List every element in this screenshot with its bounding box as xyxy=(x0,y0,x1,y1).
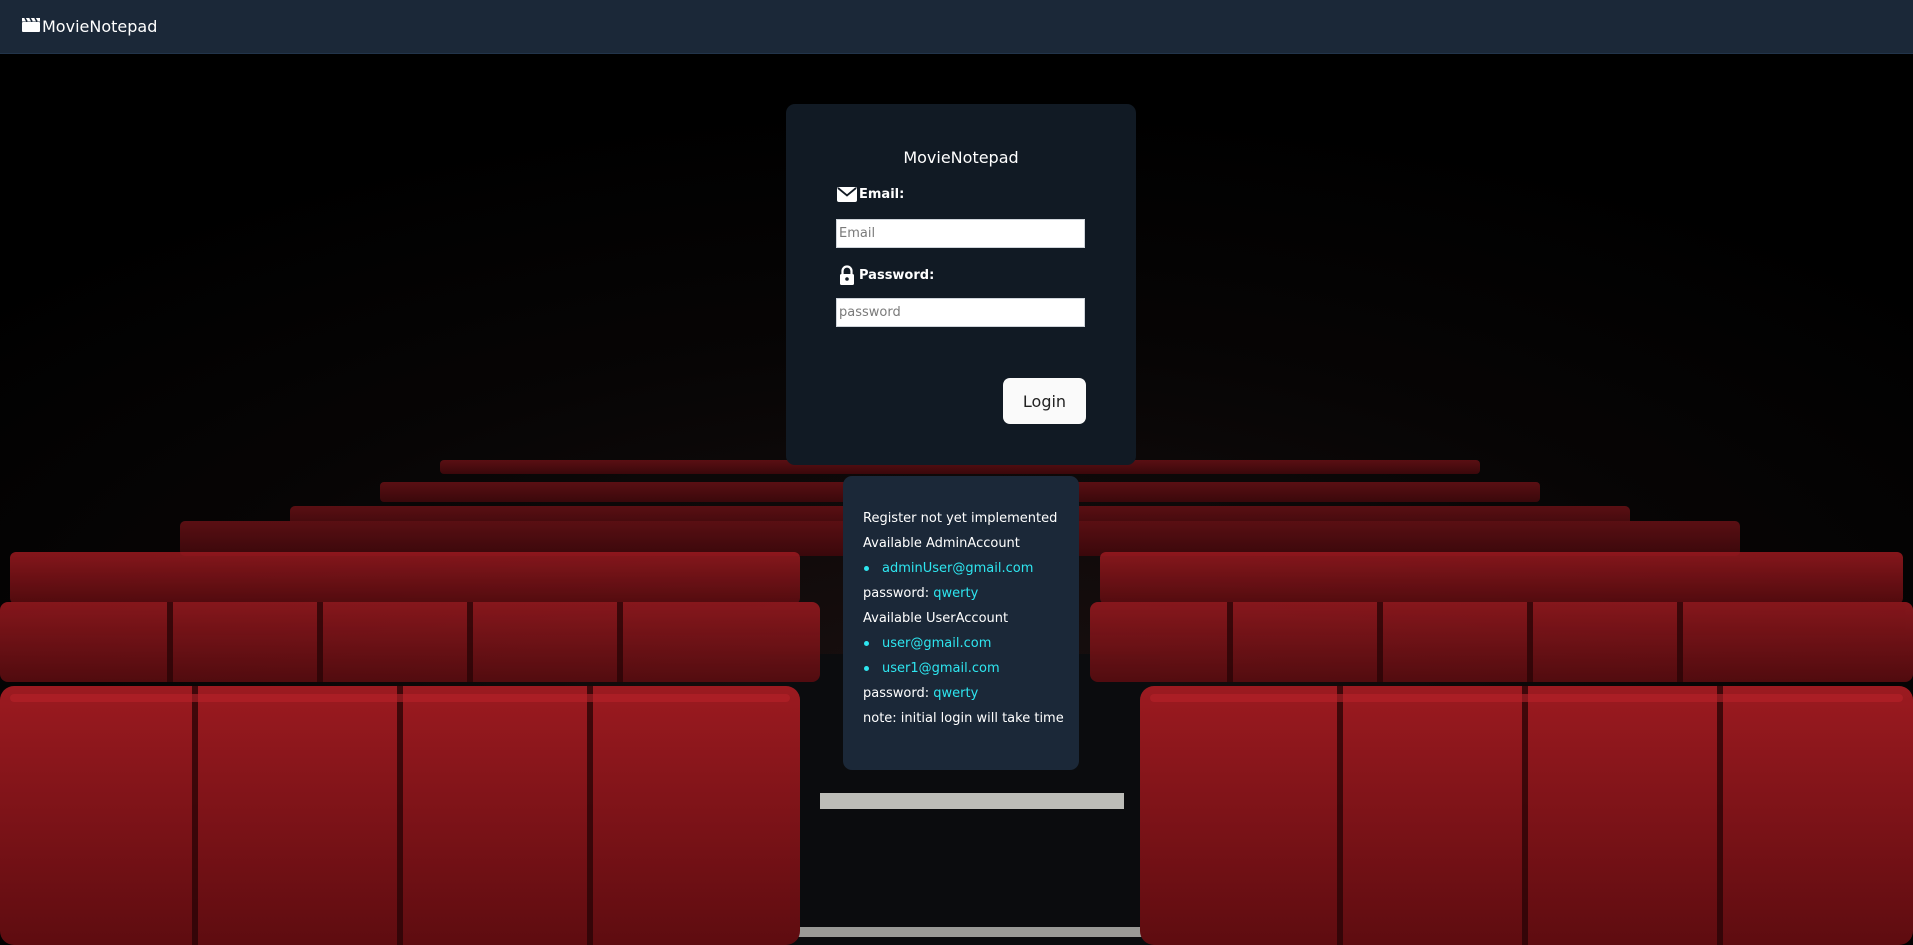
accounts-info-panel: Register not yet implemented Available A… xyxy=(843,476,1079,770)
lock-icon xyxy=(836,264,858,286)
user-password-label: password: xyxy=(863,686,930,701)
email-label: Email: xyxy=(836,186,904,203)
envelope-icon xyxy=(836,186,858,203)
brand-link[interactable]: MovieNotepad xyxy=(22,17,157,36)
email-field[interactable] xyxy=(836,219,1085,248)
admin-password-value: qwerty xyxy=(933,586,979,601)
admin-password-row: password: qwerty xyxy=(863,585,1079,610)
top-navbar: MovieNotepad xyxy=(0,0,1913,54)
user-password-value: qwerty xyxy=(933,686,979,701)
login-time-note: note: initial login will take time xyxy=(863,711,1064,726)
admin-email-list-item: adminUser@gmail.com xyxy=(863,560,1079,585)
email-label-text: Email: xyxy=(859,187,905,202)
password-label: Password: xyxy=(836,264,934,286)
password-label-text: Password: xyxy=(859,267,935,283)
user-email-list-item: user1@gmail.com xyxy=(863,660,1079,685)
register-note: Register not yet implemented xyxy=(863,511,1058,526)
login-form: MovieNotepad Email: Password: Login xyxy=(786,104,1136,465)
login-button[interactable]: Login xyxy=(1003,378,1086,424)
clapperboard-icon xyxy=(22,17,42,36)
user-password-row: password: qwerty xyxy=(863,685,1079,710)
admin-accounts-heading: Available AdminAccount xyxy=(863,536,1020,551)
user-email-list-item: user@gmail.com xyxy=(863,635,1079,660)
brand-name: MovieNotepad xyxy=(42,17,158,36)
user-accounts-heading: Available UserAccount xyxy=(863,611,1009,626)
login-title: MovieNotepad xyxy=(903,148,1019,167)
password-field[interactable] xyxy=(836,298,1085,327)
admin-password-label: password: xyxy=(863,586,930,601)
